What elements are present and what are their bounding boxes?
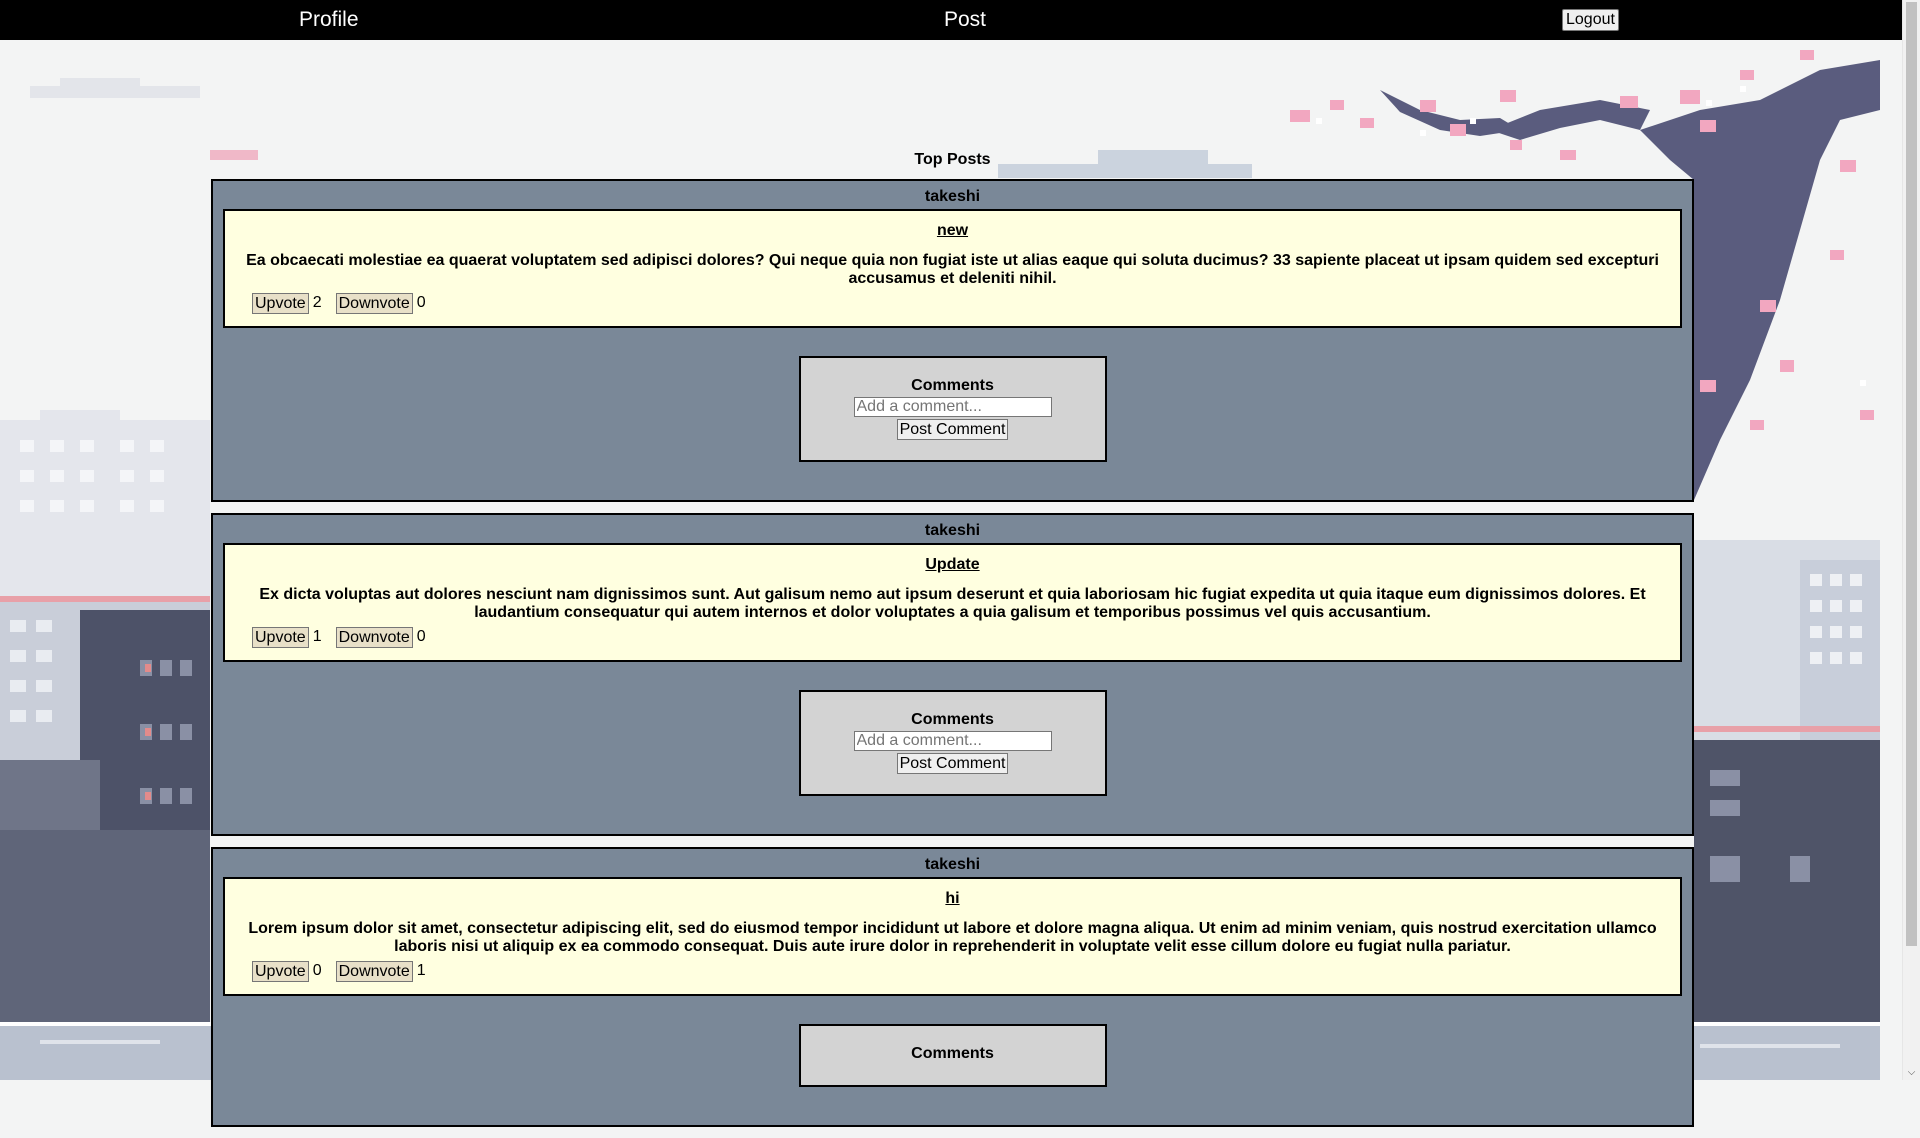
- post-text: Lorem ipsum dolor sit amet, consectetur …: [248, 920, 1657, 955]
- post-title-link[interactable]: new: [245, 221, 1660, 240]
- comments-title: Comments: [911, 377, 994, 394]
- logout-button[interactable]: Logout: [1562, 9, 1619, 31]
- comment-input[interactable]: [853, 397, 1052, 417]
- post-author: takeshi: [924, 188, 981, 205]
- post-title-link[interactable]: Update: [245, 555, 1660, 574]
- post-text: Ea obcaecati molestiae ea quaerat volupt…: [246, 252, 1659, 287]
- posts-feed: Top Posts takeshi new Ea obcaecati moles…: [211, 150, 1694, 1138]
- post-content: hi Lorem ipsum dolor sit amet, consectet…: [223, 877, 1682, 996]
- upvote-count: 2: [312, 294, 322, 311]
- downvote-count: 1: [416, 962, 426, 979]
- scroll-down-arrow-icon[interactable]: ⌵: [1903, 1066, 1920, 1080]
- downvote-count: 0: [416, 294, 426, 311]
- page-scrollbar[interactable]: ⌵: [1902, 0, 1920, 1080]
- top-navbar: Profile Post Logout: [0, 0, 1903, 40]
- upvote-count: 1: [312, 628, 322, 645]
- comments-section: Comments Post Comment: [798, 690, 1107, 796]
- vote-controls: Upvote 0 Downvote 1: [245, 960, 1660, 982]
- comment-input[interactable]: [853, 731, 1052, 751]
- comments-section: Comments Post Comment: [798, 356, 1107, 462]
- nav-post-link[interactable]: Post: [944, 8, 986, 32]
- upvote-button[interactable]: Upvote: [252, 292, 309, 314]
- downvote-button[interactable]: Downvote: [335, 292, 413, 314]
- post-content: new Ea obcaecati molestiae ea quaerat vo…: [223, 209, 1682, 328]
- downvote-button[interactable]: Downvote: [335, 626, 413, 648]
- post-text: Ex dicta voluptas aut dolores nesciunt n…: [259, 586, 1646, 621]
- post-card: takeshi Update Ex dicta voluptas aut dol…: [211, 513, 1694, 836]
- post-title-link[interactable]: hi: [245, 889, 1660, 908]
- post-author: takeshi: [924, 522, 981, 539]
- page-title: Top Posts: [914, 151, 991, 168]
- downvote-button[interactable]: Downvote: [335, 960, 413, 982]
- comments-title: Comments: [911, 711, 994, 728]
- comments-title: Comments: [911, 1045, 994, 1062]
- post-content: Update Ex dicta voluptas aut dolores nes…: [223, 543, 1682, 662]
- scrollbar-thumb[interactable]: [1906, 2, 1917, 946]
- vote-controls: Upvote 2 Downvote 0: [245, 292, 1660, 314]
- comments-section: Comments: [798, 1024, 1107, 1087]
- post-comment-button[interactable]: Post Comment: [896, 419, 1009, 440]
- downvote-count: 0: [416, 628, 426, 645]
- nav-profile-link[interactable]: Profile: [299, 8, 359, 32]
- upvote-button[interactable]: Upvote: [252, 960, 309, 982]
- post-comment-button[interactable]: Post Comment: [896, 753, 1009, 774]
- vote-controls: Upvote 1 Downvote 0: [245, 626, 1660, 648]
- post-card: takeshi new Ea obcaecati molestiae ea qu…: [211, 179, 1694, 502]
- upvote-button[interactable]: Upvote: [252, 626, 309, 648]
- upvote-count: 0: [312, 962, 322, 979]
- post-card: takeshi hi Lorem ipsum dolor sit amet, c…: [211, 847, 1694, 1127]
- post-author: takeshi: [924, 856, 981, 873]
